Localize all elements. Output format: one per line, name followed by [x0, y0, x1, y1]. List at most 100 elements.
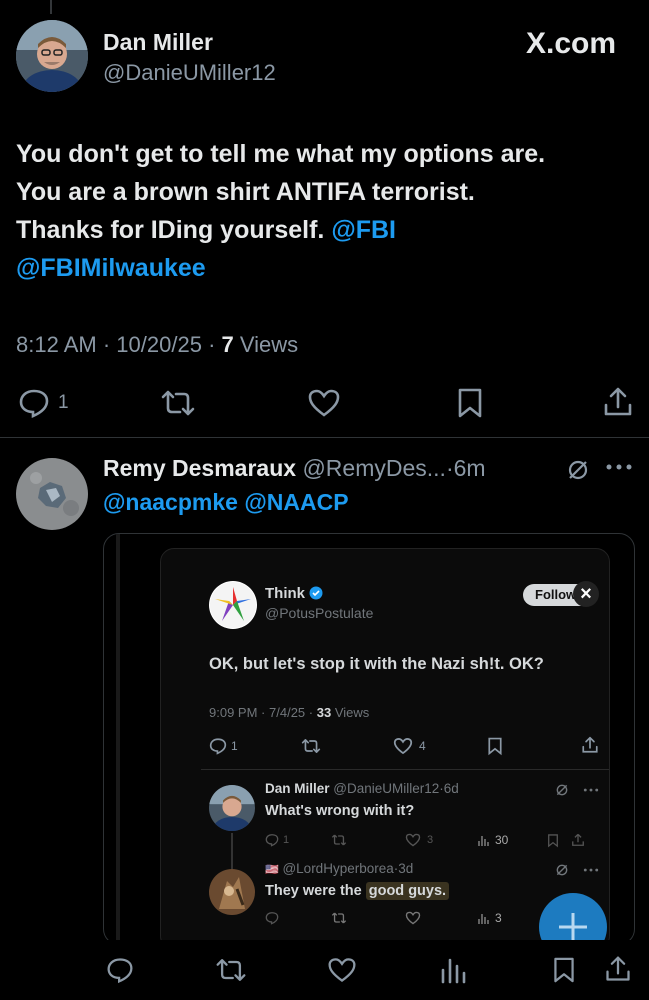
reply1-header: Dan Miller @DanieUMiller12·6d [265, 781, 459, 796]
reply1-more-icon [583, 787, 599, 793]
repost-button[interactable] [160, 388, 196, 418]
reply-action-bar [0, 940, 649, 1000]
screenshot-panel: Think @PotusPostulate Follow × OK, but l… [160, 548, 610, 944]
mention-fbi[interactable]: @FBI [331, 216, 396, 244]
verified-badge-icon [309, 586, 323, 600]
quoted-reply-count: 1 [231, 739, 238, 753]
quoted-sep: · [261, 705, 266, 720]
reply1-reply-icon [265, 833, 279, 847]
reply-author-name[interactable]: Remy Desmaraux [103, 455, 296, 481]
reply1-share-icon [571, 833, 585, 847]
quoted-views-label: Views [334, 705, 370, 720]
source-label: X.com [525, 27, 616, 60]
quoted-heart-icon [393, 737, 413, 755]
attached-image[interactable]: Think @PotusPostulate Follow × OK, but l… [103, 533, 635, 945]
follow-label: Follow [535, 587, 577, 602]
think-name-text: Think [265, 585, 305, 602]
grok-icon[interactable] [566, 458, 590, 482]
lordhyperborea-avatar [209, 869, 255, 915]
reply1-repost-icon [331, 833, 347, 847]
reply2-more-icon [583, 867, 599, 873]
reply2-repost-icon [331, 911, 347, 925]
image-edge-line [116, 534, 120, 944]
reply2-text-plain: They were the [265, 883, 362, 899]
reply2-handle: @LordHyperborea [282, 861, 394, 876]
reply2-views-icon [477, 911, 491, 925]
reply1-views-icon [477, 833, 491, 847]
meta-separator: · [102, 332, 111, 357]
share-icon [602, 386, 634, 418]
reply2-age: 3d [398, 861, 414, 876]
dan-avatar-small [209, 785, 255, 831]
mention-naacp[interactable]: @NAACP [244, 489, 348, 515]
author-name[interactable]: Dan Miller [103, 29, 213, 56]
post-text-line1: You don't get to tell me what my options… [16, 140, 546, 168]
reply-views-icon[interactable] [440, 956, 466, 984]
mention-naacpmke[interactable]: @naacpmke [103, 489, 238, 515]
reply2-header: 🇺🇸 @LordHyperborea·3d [265, 861, 413, 876]
screenshot-divider [201, 769, 609, 770]
reply2-reply-icon [265, 911, 279, 925]
reply2-text-highlight: good guys. [365, 882, 450, 900]
avatar[interactable] [16, 20, 88, 92]
us-flag-icon: 🇺🇸 [265, 864, 279, 876]
think-avatar [209, 581, 257, 629]
reply-header: Remy Desmaraux @RemyDes...·6m [103, 455, 486, 482]
quoted-repost-icon [301, 737, 321, 755]
reply1-text: What's wrong with it? [265, 803, 415, 819]
bookmark-icon [456, 387, 484, 419]
views-label: Views [239, 332, 299, 357]
quoted-time: 9:09 PM [209, 705, 258, 720]
reply1-thread-line [231, 833, 233, 873]
reply1-bookmark-icon [547, 833, 559, 848]
reply1-reply-count: 1 [283, 834, 290, 846]
reply1-grok-icon [555, 783, 569, 797]
like-button[interactable] [307, 388, 341, 418]
reply2-heart-icon [405, 911, 421, 925]
reply-avatar[interactable] [16, 458, 88, 530]
post-text: You don't get to tell me what my options… [16, 135, 636, 287]
post-time[interactable]: 8:12 AM [16, 332, 97, 357]
reply2-views-count: 3 [495, 911, 502, 925]
close-icon: × [573, 581, 599, 607]
bookmark-button[interactable] [456, 387, 484, 419]
quoted-bookmark-icon [487, 736, 503, 756]
reply-mentions: @naacpmke @NAACP [103, 489, 349, 516]
quoted-like-count: 4 [419, 739, 426, 753]
more-options-icon[interactable] [605, 462, 633, 472]
reply1-age: 6d [443, 781, 459, 796]
reply-share-icon[interactable] [604, 955, 632, 983]
quoted-date: 7/4/25 [269, 705, 306, 720]
share-button[interactable] [602, 386, 634, 418]
reply-reply-icon[interactable] [106, 956, 134, 984]
post-text-line2: You are a brown shirt ANTIFA terrorist. [16, 178, 475, 206]
post-divider [0, 437, 649, 438]
thread-connector [50, 0, 52, 14]
repost-icon [160, 388, 196, 418]
quoted-views-count: 33 [316, 705, 332, 720]
reply-age[interactable]: 6m [454, 455, 486, 481]
author-handle[interactable]: @DanieUMiller12 [103, 60, 276, 86]
reply-author-handle[interactable]: @RemyDes... [302, 455, 445, 481]
quoted-meta: 9:09 PM · 7/4/25 · 33 Views [209, 705, 369, 720]
quoted-share-icon [581, 736, 599, 754]
meta-separator: · [208, 332, 216, 357]
reply-count: 1 [58, 392, 69, 413]
reply2-grok-icon [555, 863, 569, 877]
mention-fbimilwaukee[interactable]: @FBIMilwaukee [16, 254, 206, 282]
reply1-name: Dan Miller [265, 781, 330, 796]
reply-repost-icon[interactable] [215, 956, 247, 984]
reply-heart-icon[interactable] [327, 956, 357, 984]
reply1-handle: @DanieUMiller12 [333, 781, 440, 796]
reply1-like-count: 3 [427, 834, 434, 846]
reply1-views-count: 30 [495, 833, 509, 847]
quoted-text: OK, but let's stop it with the Nazi sh!t… [209, 655, 544, 673]
reply-bookmark-icon[interactable] [552, 955, 576, 985]
post-meta: 8:12 AM · 10/20/25 · 7 Views [16, 332, 298, 358]
quoted-sep: · [308, 705, 314, 720]
views-count: 7 [221, 332, 234, 357]
reply-button[interactable]: 1 [18, 388, 69, 418]
reply-icon [18, 388, 50, 418]
reply2-text: They were the good guys. [265, 882, 450, 900]
post-date[interactable]: 10/20/25 [116, 332, 202, 357]
